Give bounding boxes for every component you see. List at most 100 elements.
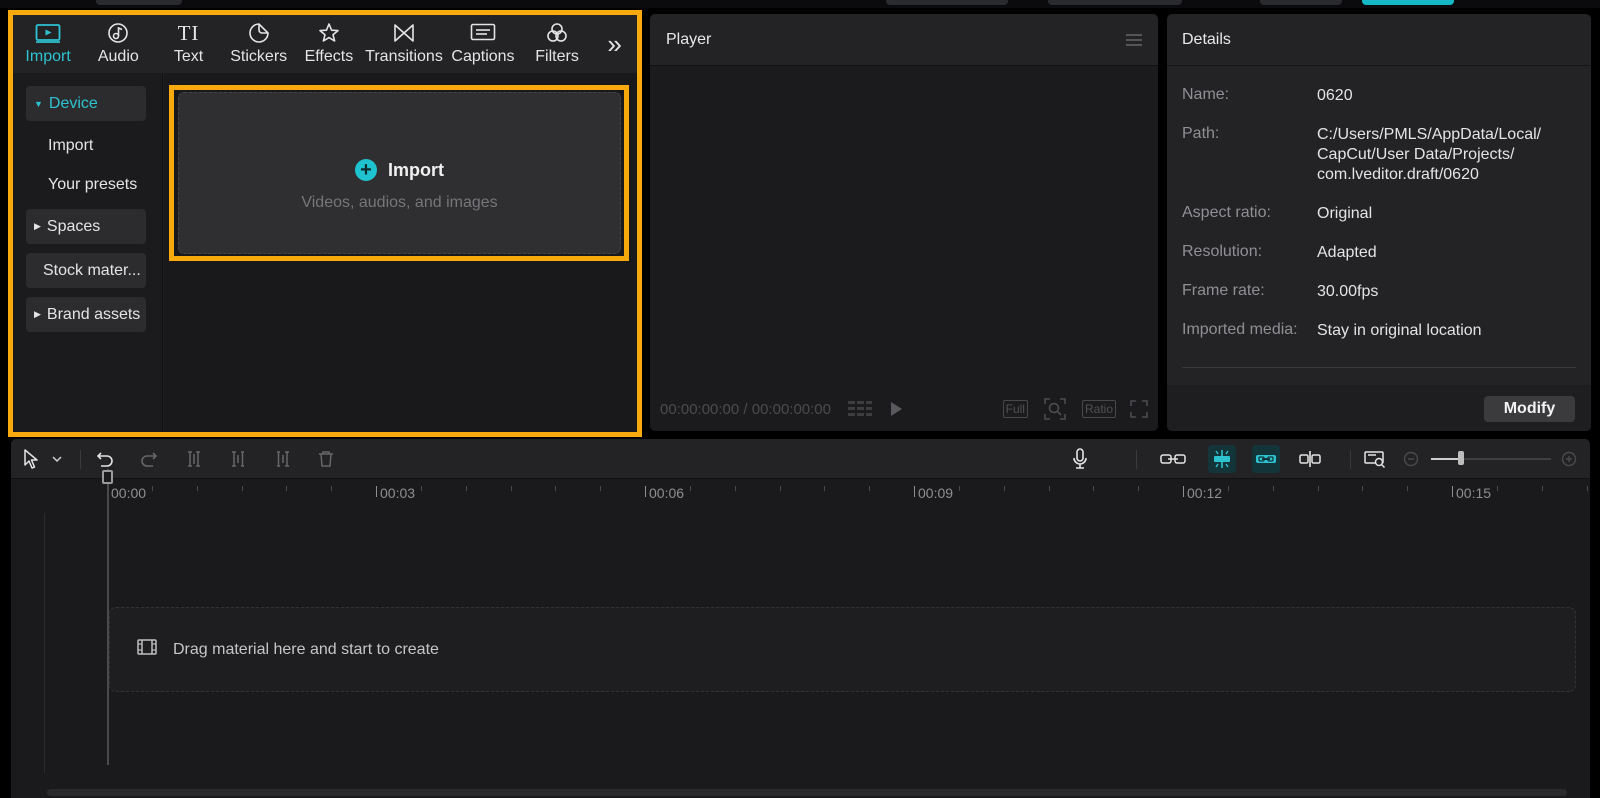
menu-icon[interactable] (1126, 31, 1142, 49)
ruler-tick (645, 486, 646, 497)
export-button-fragment[interactable] (1362, 0, 1454, 5)
sidebar-item-label: Your presets (48, 175, 138, 193)
tab-label: Text (173, 48, 204, 65)
detail-value: 30.00fps (1317, 283, 1379, 300)
timeline-panel: 00:00 00:03 00:06 00:09 00:12 00:15 Drag… (11, 439, 1590, 798)
auto-snap-button[interactable] (1207, 439, 1237, 479)
ruler-minor-tick (152, 486, 153, 491)
detail-value: 0620 (1317, 87, 1353, 104)
tab-label: Audio (97, 48, 139, 65)
stickers-icon (248, 21, 270, 45)
sidebar-item-brand-assets[interactable]: ▶ Brand assets (26, 297, 146, 332)
sidebar-item-device[interactable]: ▼ Device (26, 86, 146, 121)
detail-label: Resolution: (1182, 243, 1263, 260)
sidebar-item-label: Stock mater... (43, 261, 141, 279)
modify-button[interactable]: Modify (1484, 396, 1575, 422)
ruler-minor-tick (1318, 486, 1319, 491)
detail-label: Path: (1182, 125, 1220, 142)
ruler-minor-tick (1497, 486, 1498, 491)
full-button[interactable]: Full (1002, 400, 1028, 418)
delete-icon[interactable] (315, 439, 337, 479)
zoom-slider-handle[interactable] (1458, 451, 1464, 465)
media-panel: Import Audio TI Text Stickers Effects Tr… (8, 10, 642, 437)
tab-import[interactable]: Import (13, 15, 83, 73)
details-divider (1182, 367, 1576, 368)
tab-transitions[interactable]: Transitions (364, 15, 444, 73)
toolbar-divider (80, 450, 81, 469)
ruler-label: 00:12 (1187, 485, 1223, 501)
timeline-scrollbar[interactable] (47, 789, 1567, 796)
main-track-magnet-icon[interactable] (1159, 439, 1187, 479)
tab-stickers[interactable]: Stickers (224, 15, 294, 73)
ruler-minor-tick (780, 486, 781, 491)
split-icon[interactable] (183, 439, 205, 479)
ruler-minor-tick (1228, 486, 1229, 491)
ruler-tick (1183, 486, 1184, 497)
media-content: + Import Videos, audios, and images (164, 73, 637, 432)
tab-label: Effects (304, 48, 354, 65)
ratio-button[interactable]: Ratio (1081, 400, 1116, 418)
detail-value: Original (1317, 205, 1373, 222)
ruler-minor-tick (1004, 486, 1005, 491)
caret-right-icon: ▶ (34, 221, 41, 231)
timeline-drop-area[interactable]: Drag material here and start to create (109, 607, 1576, 692)
play-icon[interactable] (889, 401, 903, 417)
microphone-icon[interactable] (1069, 439, 1091, 479)
ruler-label: 00:06 (649, 485, 685, 501)
zoom-in-icon[interactable] (1560, 439, 1578, 479)
top-tab-fragment[interactable] (1048, 0, 1182, 5)
preview-axis-icon[interactable] (1296, 439, 1324, 479)
import-highlight: + Import Videos, audios, and images (169, 85, 629, 261)
import-title: Import (388, 159, 444, 180)
top-tab-fragment[interactable] (1260, 0, 1342, 5)
detail-row-path: Path: C:/Users/PMLS/AppData/Local/ CapCu… (1182, 125, 1567, 185)
tab-text[interactable]: TI Text (153, 15, 223, 73)
tab-label: Import (25, 48, 71, 65)
ruler-minor-tick (511, 486, 512, 491)
detail-label: Imported media: (1182, 321, 1298, 338)
import-dropzone[interactable]: + Import Videos, audios, and images (178, 92, 621, 254)
tab-filters[interactable]: Filters (522, 15, 592, 73)
top-tab-fragment[interactable] (96, 0, 182, 5)
ruler-minor-tick (286, 486, 287, 491)
film-icon (137, 639, 157, 660)
player-controls: 00:00:00:00 / 00:00:00:00 Full Ratio (660, 396, 1148, 422)
detail-value: Adapted (1317, 244, 1377, 261)
select-tool-icon[interactable] (21, 439, 43, 479)
fullscreen-icon[interactable] (1130, 400, 1148, 418)
sidebar-item-label: Device (48, 94, 98, 112)
detail-row-aspect-ratio: Aspect ratio: Original (1182, 204, 1567, 224)
chevron-down-icon[interactable] (49, 439, 65, 479)
captions-icon (470, 21, 496, 45)
tab-effects[interactable]: Effects (294, 15, 364, 73)
details-title: Details (1182, 30, 1231, 48)
detail-value: C:/Users/PMLS/AppData/Local/ CapCut/User… (1317, 126, 1542, 183)
zoom-to-fit-icon[interactable] (1362, 439, 1388, 479)
details-panel: Details Name: 0620 Path: C:/Users/PMLS/A… (1167, 14, 1591, 431)
top-tab-fragment[interactable] (886, 0, 1008, 5)
playhead-handle[interactable] (102, 470, 113, 484)
tab-audio[interactable]: Audio (83, 15, 153, 73)
sidebar-item-stock-material[interactable]: Stock mater... (26, 253, 146, 288)
tab-captions[interactable]: Captions (444, 15, 522, 73)
split-left-icon[interactable] (227, 439, 249, 479)
more-tabs-button[interactable]: » (592, 15, 637, 73)
detail-label: Name: (1182, 86, 1230, 103)
import-button[interactable]: + Import (179, 159, 620, 181)
ruler-tick (1452, 486, 1453, 497)
ruler-minor-tick (1093, 486, 1094, 491)
split-right-icon[interactable] (272, 439, 294, 479)
sidebar-item-your-presets[interactable]: Your presets (26, 167, 146, 202)
timeline-ruler[interactable]: 00:00 00:03 00:06 00:09 00:12 00:15 (11, 480, 1590, 508)
zoom-slider-fill (1431, 458, 1461, 460)
sidebar-item-spaces[interactable]: ▶ Spaces (26, 209, 146, 244)
toolbar-divider (1350, 450, 1351, 469)
caret-right-icon: ▶ (34, 309, 41, 319)
sidebar-item-import[interactable]: Import (26, 128, 146, 163)
timeline-grid-icon[interactable] (847, 399, 873, 419)
redo-icon[interactable] (138, 439, 160, 479)
zoom-fit-icon[interactable] (1044, 398, 1066, 420)
zoom-out-icon[interactable] (1402, 439, 1420, 479)
tab-label: Stickers (230, 48, 288, 65)
linkage-button[interactable] (1251, 439, 1281, 479)
